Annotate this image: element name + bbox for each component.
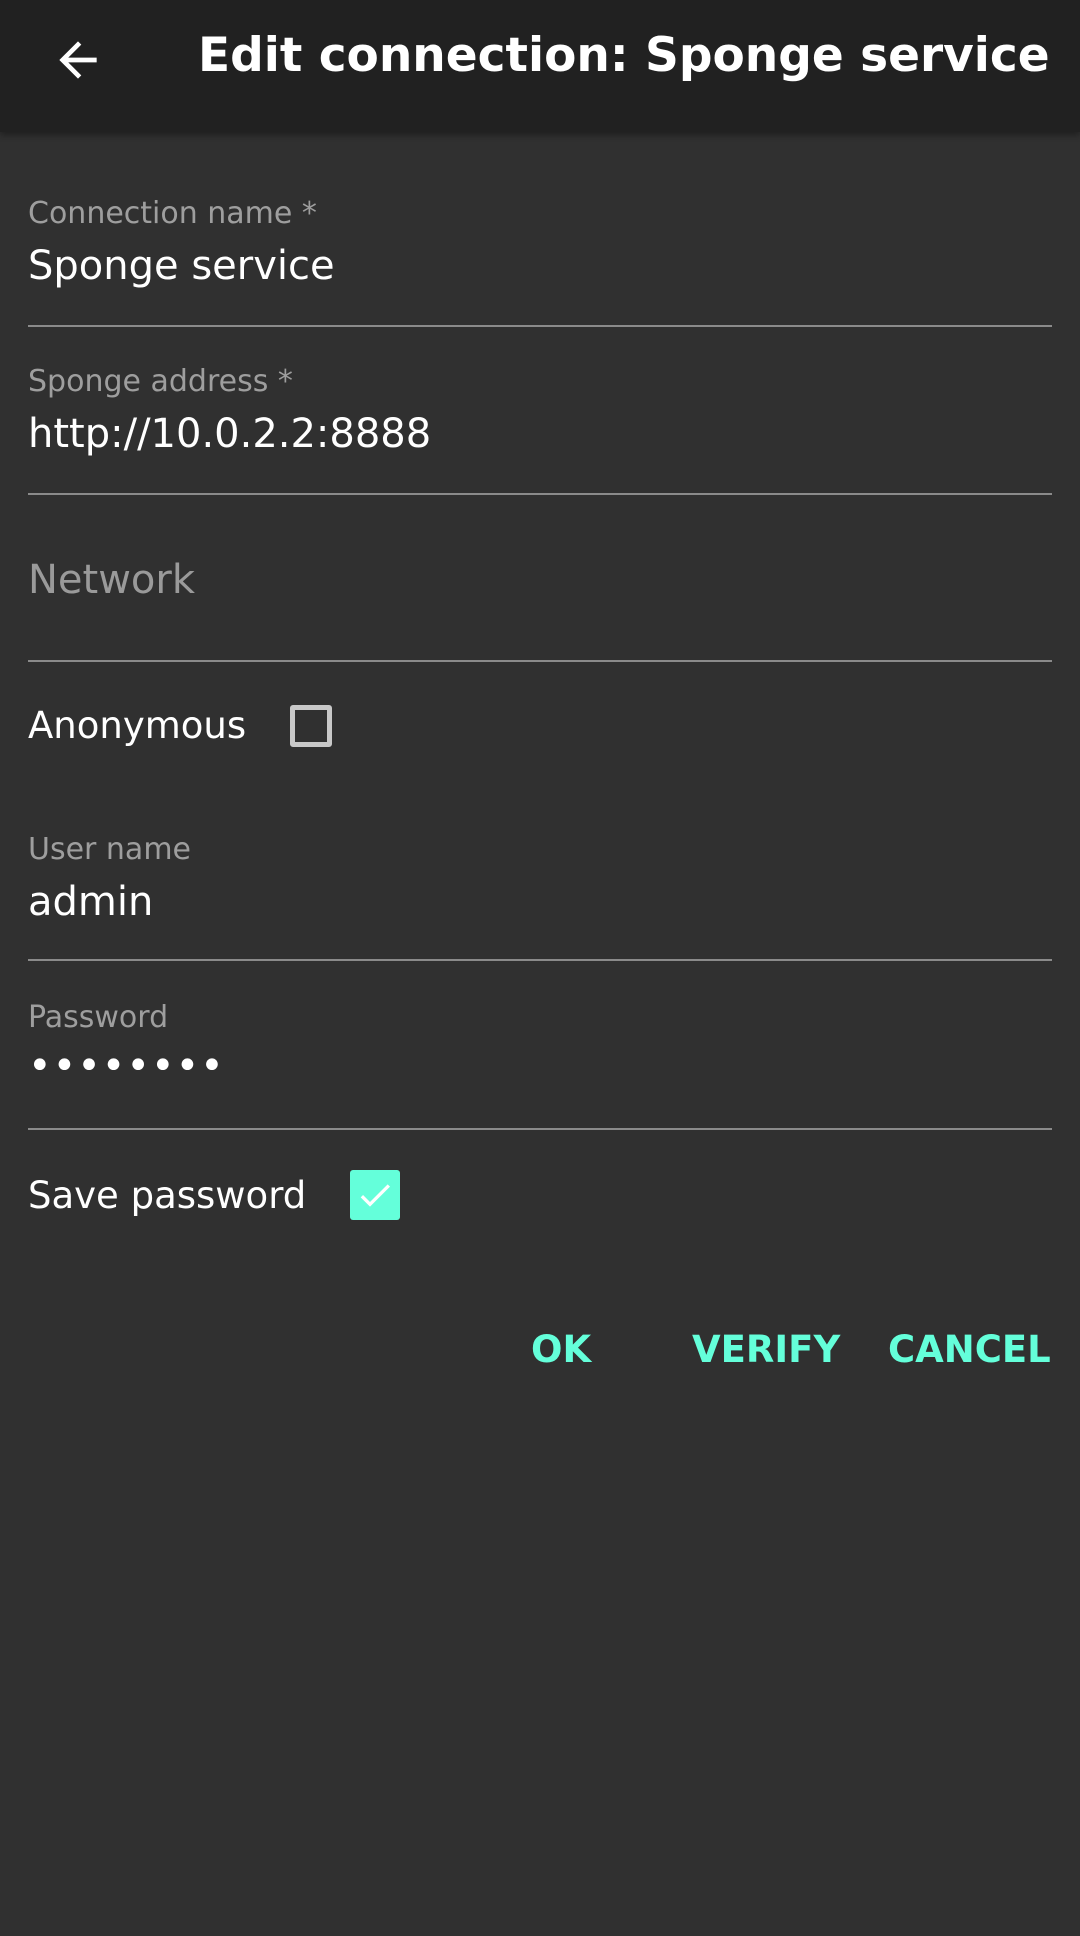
verify-button[interactable]: VERIFY: [692, 1320, 840, 1380]
save-password-checkbox[interactable]: [350, 1170, 401, 1220]
cancel-button[interactable]: CANCEL: [888, 1320, 1051, 1380]
connection-name-input[interactable]: [28, 240, 1048, 292]
sponge-address-label: Sponge address *: [28, 364, 293, 399]
user-name-label: User name: [28, 832, 191, 867]
page-title: Edit connection: Sponge service: [198, 28, 1050, 83]
password-input[interactable]: [28, 1040, 1048, 1092]
sponge-address-input[interactable]: [28, 408, 1048, 460]
password-label: Password: [28, 1000, 169, 1035]
anonymous-label: Anonymous: [28, 704, 247, 747]
user-name-underline: [28, 959, 1052, 961]
save-password-label: Save password: [28, 1173, 307, 1217]
connection-name-field: Connection name *: [28, 196, 1052, 330]
user-name-input[interactable]: [28, 876, 1048, 928]
password-field: Password: [28, 1000, 1052, 1134]
ok-button[interactable]: OK: [531, 1320, 591, 1380]
app-bar: Edit connection: Sponge service: [0, 0, 1080, 132]
save-password-row: Save password: [28, 1170, 401, 1220]
sponge-address-field: Sponge address *: [28, 364, 1052, 498]
network-underline: [28, 660, 1052, 662]
network-input[interactable]: [28, 554, 1048, 606]
back-button[interactable]: [40, 22, 116, 98]
user-name-field: User name: [28, 832, 1052, 966]
connection-name-label: Connection name *: [28, 196, 317, 231]
arrow-left-icon: [59, 41, 97, 79]
sponge-address-underline: [28, 493, 1052, 495]
password-underline: [28, 1128, 1052, 1130]
network-field: [28, 548, 1052, 664]
anonymous-row: Anonymous: [28, 704, 333, 747]
connection-name-underline: [28, 325, 1052, 327]
anonymous-checkbox[interactable]: [290, 704, 333, 747]
checkmark-icon: [360, 1184, 391, 1207]
